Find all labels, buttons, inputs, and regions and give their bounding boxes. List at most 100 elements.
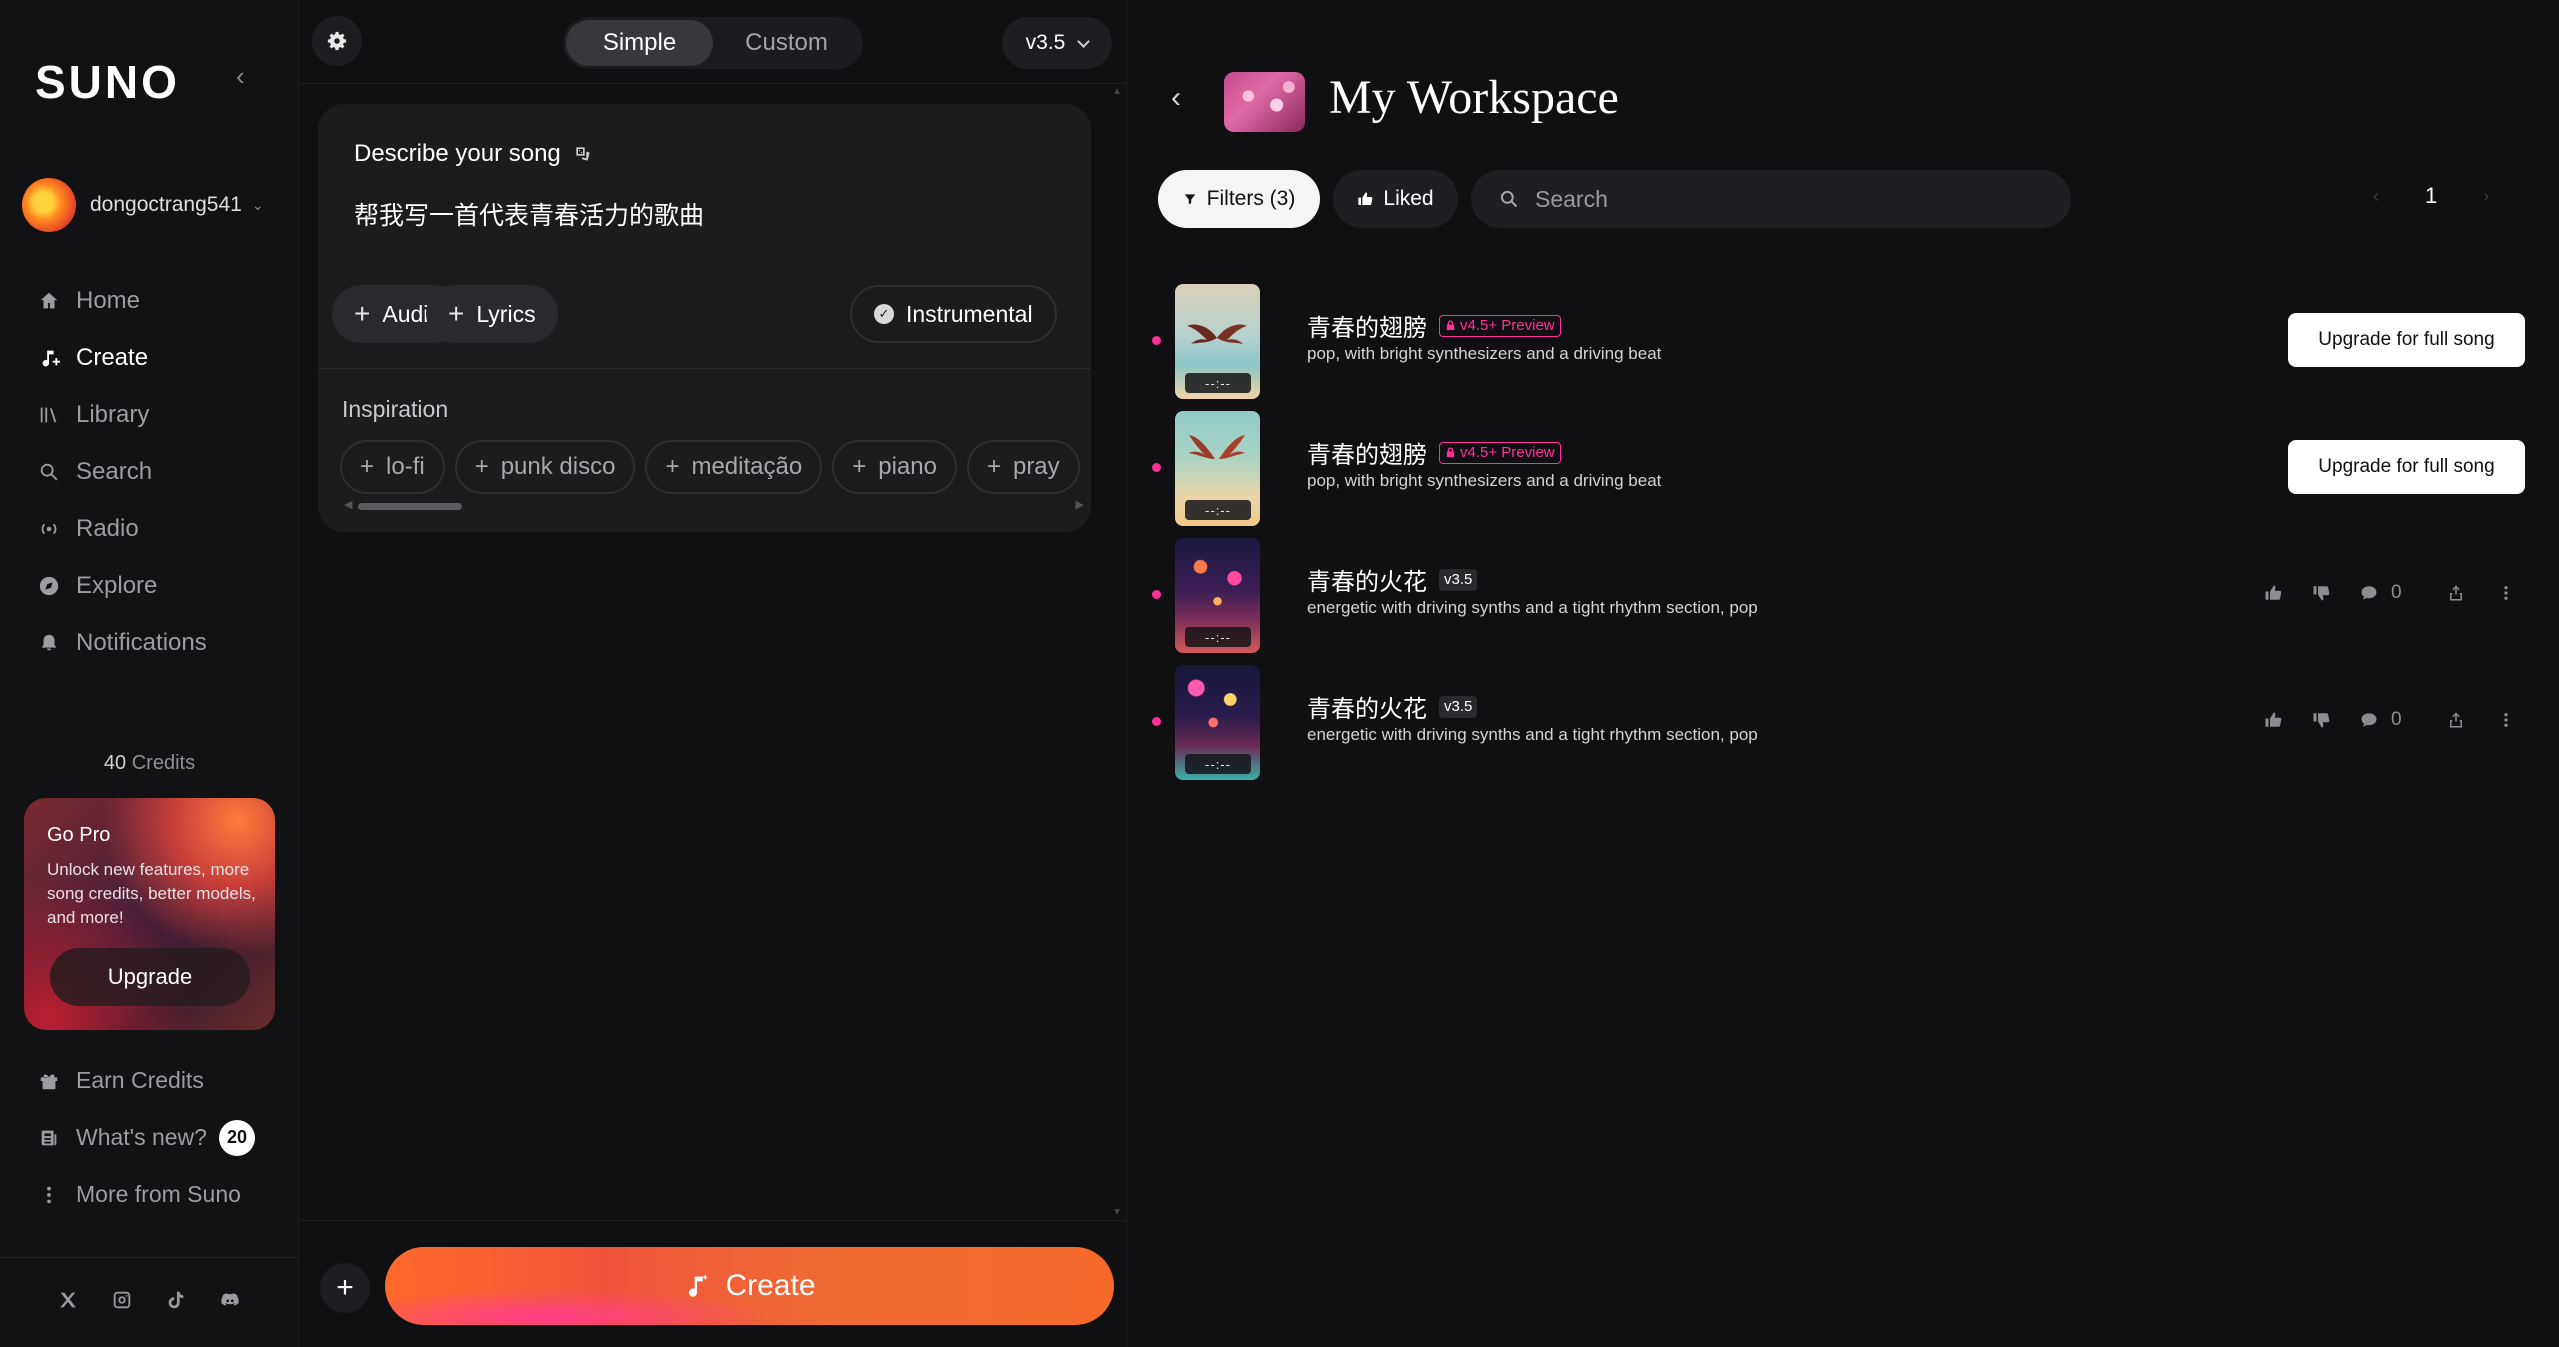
nav-item-more-from-suno[interactable]: More from Suno <box>36 1166 276 1223</box>
thumbs-up-icon[interactable] <box>2263 583 2283 603</box>
tab-custom[interactable]: Custom <box>713 20 860 66</box>
upgrade-full-song-button[interactable]: Upgrade for full song <box>2288 313 2525 367</box>
model-preview-tag: v4.5+ Preview <box>1439 314 1561 337</box>
plus-icon: + <box>474 453 489 480</box>
song-style: energetic with driving synths and a tigh… <box>1307 598 1758 617</box>
filters-button[interactable]: Filters (3) <box>1158 170 1320 228</box>
song-cover[interactable]: --:-- <box>1175 538 1260 653</box>
chip-label: meditação <box>691 453 803 480</box>
scroll-right-arrow-icon[interactable]: ▶ <box>1076 498 1084 511</box>
instrumental-toggle[interactable]: ✓ Instrumental <box>850 285 1057 343</box>
more-vertical-icon <box>36 1182 62 1208</box>
workspace-cover-image <box>1224 72 1305 132</box>
next-page-icon[interactable]: › <box>2483 186 2489 207</box>
song-row[interactable]: --:-- 青春的火花 v3.5 energetic with driving … <box>1133 659 2559 786</box>
search-input[interactable] <box>1535 185 2035 213</box>
nav-item-explore[interactable]: Explore <box>36 557 276 614</box>
more-vertical-icon[interactable] <box>2496 583 2516 603</box>
song-title[interactable]: 青春的火花 <box>1307 689 1427 724</box>
go-pro-text: Unlock new features, more song credits, … <box>47 860 256 927</box>
upgrade-button[interactable]: Upgrade <box>50 948 250 1006</box>
dice-icon[interactable] <box>573 144 593 164</box>
inspiration-chip[interactable]: + meditação <box>645 440 823 494</box>
song-title-row: 青春的翅膀 v4.5+ Preview <box>1307 435 1561 470</box>
create-button[interactable]: Create <box>385 1247 1114 1325</box>
username: dongoctrang541 <box>90 193 242 216</box>
model-version-select[interactable]: v3.5 <box>1002 17 1112 69</box>
divider <box>0 1257 299 1258</box>
describe-label: Describe your song <box>354 140 561 167</box>
credits-count: 40 Credits <box>0 752 299 775</box>
song-cover[interactable]: --:-- <box>1175 284 1260 399</box>
song-description-input[interactable]: 帮我写一首代表青春活力的歌曲 <box>354 196 704 232</box>
mode-toggle: Simple Custom <box>563 17 863 69</box>
vertical-scrollbar[interactable]: ▲ ▼ <box>1110 86 1122 1218</box>
song-row[interactable]: --:-- 青春的火花 v3.5 energetic with driving … <box>1133 532 2559 659</box>
chevron-down-icon <box>1077 34 1091 48</box>
chip-label: pray <box>1012 453 1060 480</box>
avatar[interactable] <box>22 178 76 232</box>
collapse-sidebar-button[interactable]: ‹ <box>236 63 260 89</box>
create-button-label: Create <box>725 1269 816 1302</box>
instagram-icon[interactable] <box>110 1288 134 1312</box>
duration-label: --:-- <box>1185 627 1251 647</box>
nav-item-search[interactable]: Search <box>36 443 276 500</box>
scroll-up-arrow-icon[interactable]: ▲ <box>1112 86 1122 97</box>
previous-page-icon[interactable]: ‹ <box>2373 186 2379 207</box>
workspace-search[interactable] <box>1471 170 2071 228</box>
song-title[interactable]: 青春的翅膀 <box>1307 435 1427 470</box>
share-icon[interactable] <box>2446 583 2466 603</box>
current-page[interactable]: 1 <box>2425 183 2437 209</box>
suno-logo[interactable]: SUNO <box>35 55 180 109</box>
go-pro-card: Go Pro Unlock new features, more song cr… <box>24 798 275 1030</box>
nav-item-library[interactable]: Library <box>36 386 276 443</box>
check-circle-icon: ✓ <box>874 304 894 324</box>
nav-item-label: Earn Credits <box>76 1067 204 1093</box>
nav-item-label: Search <box>76 457 153 485</box>
plus-icon: + <box>665 453 680 480</box>
scroll-left-arrow-icon[interactable]: ◀ <box>344 498 352 511</box>
plus-icon: + <box>360 453 375 480</box>
upgrade-full-song-button[interactable]: Upgrade for full song <box>2288 440 2525 494</box>
inspiration-chip[interactable]: + punk disco <box>454 440 636 494</box>
nav-item-radio[interactable]: Radio <box>36 500 276 557</box>
comment-icon[interactable] <box>2359 710 2379 730</box>
song-cover[interactable]: --:-- <box>1175 665 1260 780</box>
discord-icon[interactable] <box>218 1288 242 1312</box>
more-vertical-icon[interactable] <box>2496 710 2516 730</box>
add-lyrics-button[interactable]: + Lyrics <box>426 285 558 343</box>
nav-item-notifications[interactable]: Notifications <box>36 614 276 671</box>
song-cover[interactable]: --:-- <box>1175 411 1260 526</box>
scrollbar-thumb[interactable] <box>358 503 462 510</box>
x-icon[interactable] <box>56 1288 80 1312</box>
settings-button[interactable] <box>312 16 362 66</box>
inspiration-chip[interactable]: + lo-fi <box>340 440 445 494</box>
thumbs-up-icon <box>1358 192 1373 206</box>
nav-item-label: What's new? <box>76 1124 207 1150</box>
add-button[interactable]: + <box>320 1263 370 1313</box>
share-icon[interactable] <box>2446 710 2466 730</box>
song-title[interactable]: 青春的翅膀 <box>1307 308 1427 343</box>
horizontal-scrollbar[interactable]: ◀ ▶ <box>344 498 1084 512</box>
thumbs-down-icon[interactable] <box>2311 710 2331 730</box>
song-row[interactable]: --:-- 青春的翅膀 v4.5+ Preview pop, with brig… <box>1133 405 2559 532</box>
tab-simple[interactable]: Simple <box>566 20 713 66</box>
inspiration-chip[interactable]: + pray <box>966 440 1080 494</box>
inspiration-chip[interactable]: + piano <box>832 440 957 494</box>
thumbs-down-icon[interactable] <box>2311 583 2331 603</box>
song-row[interactable]: --:-- 青春的翅膀 v4.5+ Preview pop, with brig… <box>1133 278 2559 405</box>
nav-item-earn-credits[interactable]: Earn Credits <box>36 1052 276 1109</box>
tiktok-icon[interactable] <box>164 1288 188 1312</box>
nav-item-create[interactable]: Create <box>36 329 276 386</box>
lock-icon <box>1446 320 1455 331</box>
nav-item-home[interactable]: Home <box>36 272 276 329</box>
liked-filter-button[interactable]: Liked <box>1333 170 1458 228</box>
back-arrow-icon[interactable]: ‹ <box>1171 83 1193 113</box>
bell-icon <box>36 630 62 656</box>
user-menu[interactable]: dongoctrang541 ⌄ <box>22 178 264 232</box>
thumbs-up-icon[interactable] <box>2263 710 2283 730</box>
comment-icon[interactable] <box>2359 583 2379 603</box>
song-title[interactable]: 青春的火花 <box>1307 562 1427 597</box>
scroll-down-arrow-icon[interactable]: ▼ <box>1112 1207 1122 1218</box>
nav-item-whats-new[interactable]: What's new? 20 <box>36 1109 276 1166</box>
